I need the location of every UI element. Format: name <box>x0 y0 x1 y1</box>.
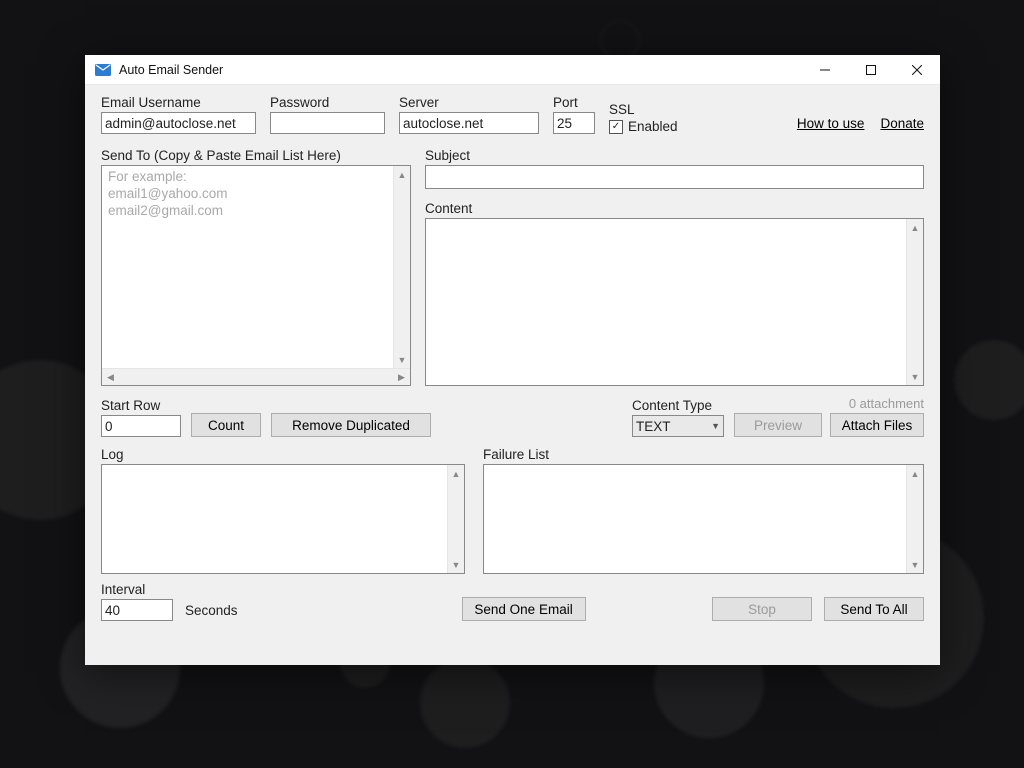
count-button[interactable]: Count <box>191 413 261 437</box>
close-button[interactable] <box>894 55 940 84</box>
check-icon: ✓ <box>609 120 623 134</box>
scrollbar-vertical[interactable]: ▲▼ <box>393 166 410 368</box>
chevron-down-icon: ▼ <box>907 556 923 573</box>
chevron-up-icon: ▲ <box>448 465 464 482</box>
remove-duplicated-button[interactable]: Remove Duplicated <box>271 413 431 437</box>
chevron-down-icon: ▼ <box>394 351 410 368</box>
password-input[interactable] <box>270 112 385 134</box>
preview-button[interactable]: Preview <box>734 413 822 437</box>
start-row-input[interactable] <box>101 415 181 437</box>
start-row-label: Start Row <box>101 398 181 413</box>
password-label: Password <box>270 95 385 110</box>
ssl-checkbox[interactable]: ✓ Enabled <box>609 119 678 134</box>
chevron-left-icon: ◀ <box>102 369 119 385</box>
chevron-right-icon: ▶ <box>393 369 410 385</box>
log-output[interactable]: ▲▼ <box>101 464 465 574</box>
scrollbar-vertical[interactable]: ▲▼ <box>906 465 923 573</box>
minimize-button[interactable] <box>802 55 848 84</box>
mail-icon <box>95 64 111 76</box>
chevron-up-icon: ▲ <box>394 166 410 183</box>
title-bar: Auto Email Sender <box>85 55 940 85</box>
subject-input[interactable] <box>425 165 924 189</box>
stop-button[interactable]: Stop <box>712 597 812 621</box>
chevron-down-icon: ▼ <box>448 556 464 573</box>
server-label: Server <box>399 95 539 110</box>
scrollbar-vertical[interactable]: ▲▼ <box>906 219 923 385</box>
failure-list-label: Failure List <box>483 447 924 462</box>
chevron-down-icon: ▼ <box>907 368 923 385</box>
attach-files-button[interactable]: Attach Files <box>830 413 924 437</box>
subject-label: Subject <box>425 148 924 163</box>
failure-list-output[interactable]: ▲▼ <box>483 464 924 574</box>
content-input[interactable]: ▲▼ <box>425 218 924 386</box>
maximize-button[interactable] <box>848 55 894 84</box>
log-label: Log <box>101 447 465 462</box>
content-type-select[interactable]: TEXT <box>632 415 724 437</box>
content-label: Content <box>425 201 924 216</box>
scrollbar-horizontal[interactable]: ◀▶ <box>102 368 410 385</box>
server-input[interactable] <box>399 112 539 134</box>
port-input[interactable] <box>553 112 595 134</box>
send-to-placeholder: For example: email1@yahoo.com email2@gma… <box>108 169 228 220</box>
send-to-label: Send To (Copy & Paste Email List Here) <box>101 148 411 163</box>
content-type-label: Content Type <box>632 398 724 413</box>
interval-label: Interval <box>101 582 173 597</box>
attachment-count: 0 attachment <box>734 396 924 411</box>
seconds-label: Seconds <box>185 603 238 621</box>
chevron-up-icon: ▲ <box>907 219 923 236</box>
interval-input[interactable] <box>101 599 173 621</box>
send-one-email-button[interactable]: Send One Email <box>462 597 586 621</box>
username-label: Email Username <box>101 95 256 110</box>
client-area: Email Username Password Server Port SSL … <box>85 85 940 665</box>
ssl-enabled-label: Enabled <box>628 119 678 134</box>
ssl-label: SSL <box>609 102 678 117</box>
how-to-use-link[interactable]: How to use <box>797 116 865 131</box>
chevron-up-icon: ▲ <box>907 465 923 482</box>
username-input[interactable] <box>101 112 256 134</box>
send-to-all-button[interactable]: Send To All <box>824 597 924 621</box>
port-label: Port <box>553 95 595 110</box>
donate-link[interactable]: Donate <box>880 116 924 131</box>
scrollbar-vertical[interactable]: ▲▼ <box>447 465 464 573</box>
send-to-input[interactable]: For example: email1@yahoo.com email2@gma… <box>101 165 411 386</box>
app-window: Auto Email Sender Email Username Passwor… <box>85 55 940 665</box>
window-title: Auto Email Sender <box>119 63 223 77</box>
